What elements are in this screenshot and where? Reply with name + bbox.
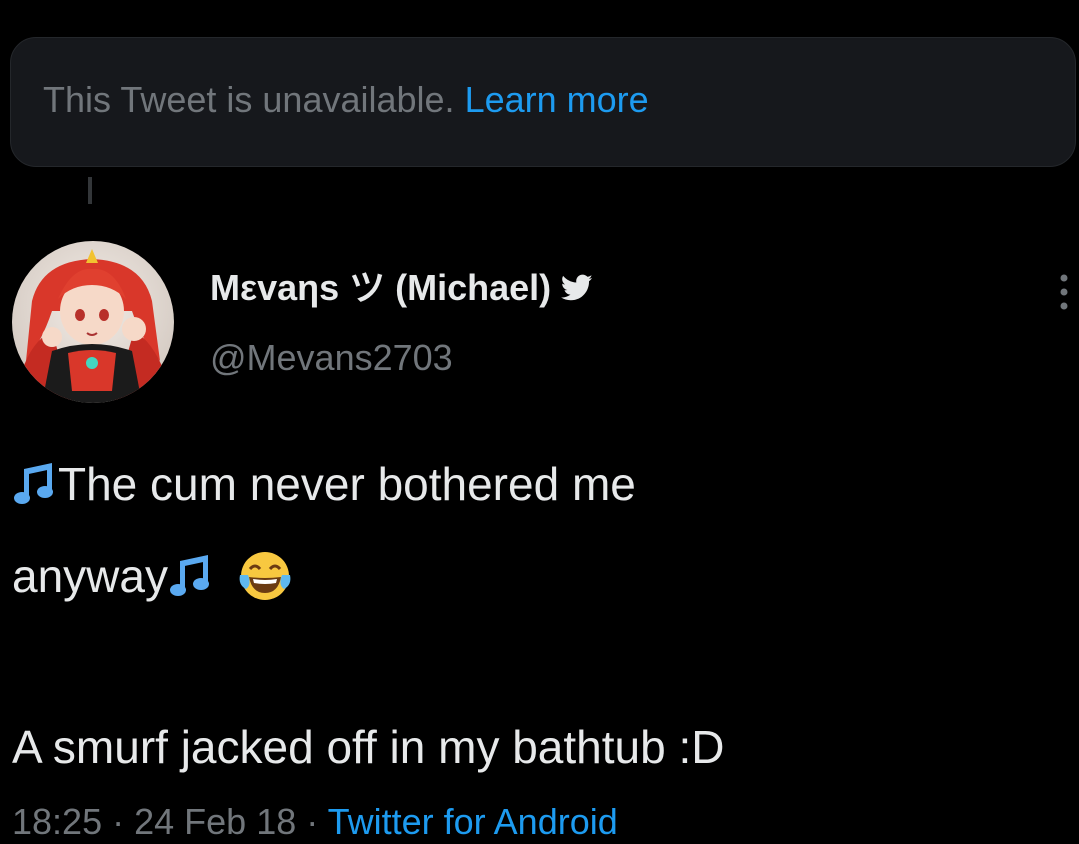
tweet-text-line-2: anyway: [12, 549, 292, 603]
tweet-time: 18:25: [12, 801, 103, 842]
tweet-text-2: anyway: [12, 550, 168, 602]
more-options-icon[interactable]: [1050, 268, 1078, 316]
tweet-text-1: The cum never bothered me: [58, 458, 636, 510]
tweet-text-line-3: A smurf jacked off in my bathtub :D: [12, 720, 724, 774]
tweet-text-3: A smurf jacked off in my bathtub :D: [12, 721, 725, 773]
author-name-row[interactable]: Mεvaηs ツ (Michael): [210, 266, 593, 310]
learn-more-link[interactable]: Learn more: [465, 79, 649, 120]
meta-separator: ·: [112, 801, 125, 842]
unavailable-tweet-card: This Tweet is unavailable. Learn more: [10, 37, 1076, 167]
unavailable-text: This Tweet is unavailable.: [43, 79, 455, 120]
meta-separator: ·: [306, 801, 319, 842]
avatar-image-icon: [12, 241, 174, 403]
musical-notes-emoji-icon: [169, 555, 209, 596]
unavailable-notice: This Tweet is unavailable. Learn more: [43, 80, 649, 120]
display-name: Mεvaηs ツ (Michael): [210, 267, 552, 308]
tears-of-joy-emoji-icon: [239, 552, 291, 600]
tweet-meta: 18:25 · 24 Feb 18 · Twitter for Android: [12, 800, 618, 844]
author-handle[interactable]: @Mevans2703: [210, 336, 453, 380]
twitter-bird-icon: [561, 274, 593, 301]
tweet-text-line-1: The cum never bothered me: [12, 457, 636, 511]
musical-notes-emoji-icon: [14, 463, 53, 504]
thread-connector-line: [88, 177, 92, 204]
avatar[interactable]: [12, 241, 174, 403]
tweet-date: 24 Feb 18: [134, 801, 297, 842]
tweet-source-link[interactable]: Twitter for Android: [328, 801, 618, 842]
